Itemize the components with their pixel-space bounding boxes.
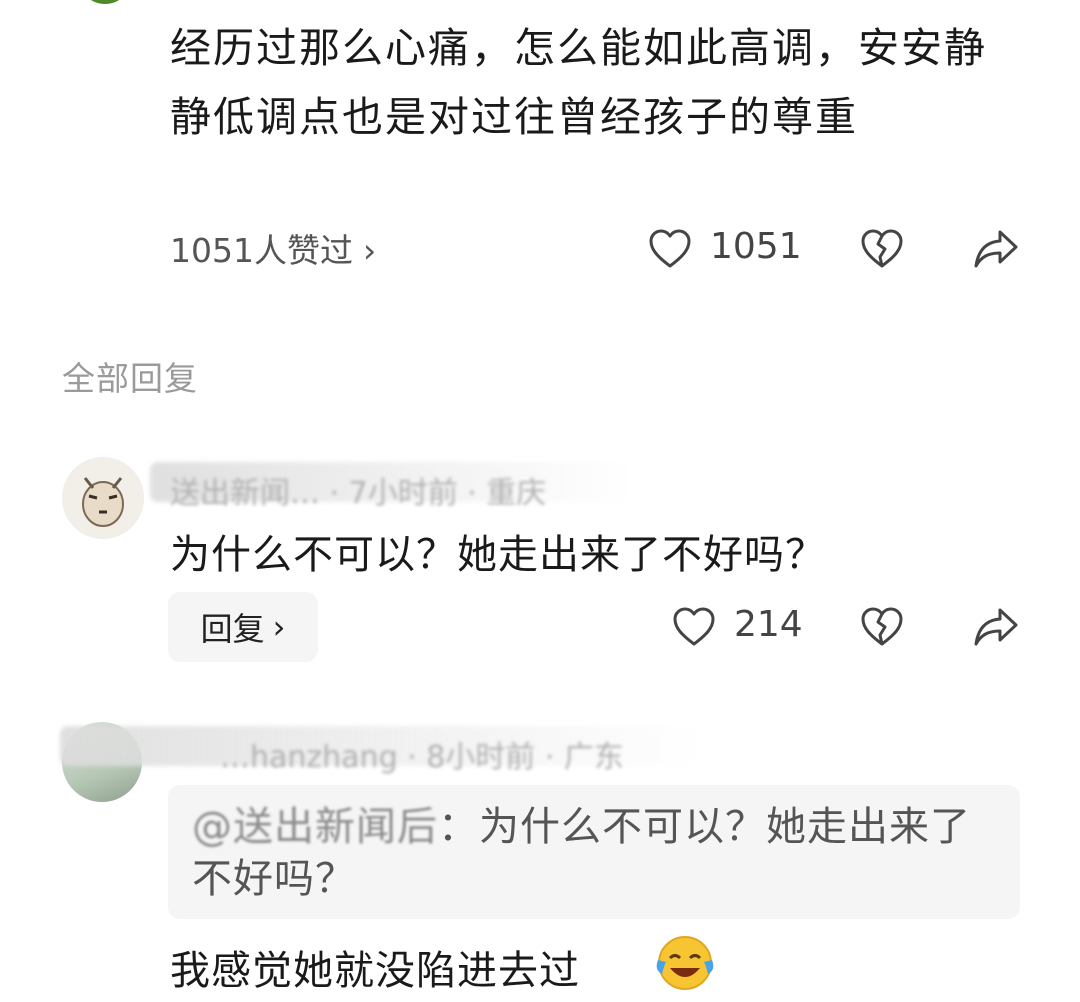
reply-like-count: 214 (734, 604, 803, 645)
laughing-crying-emoji-icon (656, 936, 714, 990)
post-text: 经历过那么心痛，怎么能如此高调，安安静静低调点也是对过往曾经孩子的尊重 (170, 24, 987, 141)
quoted-mention[interactable]: @送出新闻后 (192, 804, 438, 850)
reply-meta: …hanzhang · 8小时前 · 广东 (220, 740, 624, 775)
likes-summary-link[interactable]: 1051人赞过 › (170, 224, 376, 272)
post-like-count: 1051 (710, 226, 802, 267)
reply-meta: 送出新闻… · 7小时前 · 重庆 (170, 476, 547, 511)
reply-text: 为什么不可以？她走出来了不好吗？ (170, 532, 826, 578)
reply-text: 我感觉她就没陷进去过 (170, 948, 580, 994)
tiger-avatar-icon (82, 477, 124, 527)
quoted-reply: @送出新闻后：为什么不可以？她走出来了不好吗？ (168, 785, 1020, 919)
reply-button-label: 回复 (200, 610, 265, 648)
chevron-right-icon: › (362, 231, 377, 270)
heart-icon[interactable] (672, 606, 716, 648)
section-title: 全部回复 (62, 359, 198, 398)
broken-heart-icon[interactable] (860, 228, 904, 270)
reply-avatar[interactable] (62, 457, 144, 539)
reply-button[interactable]: 回复 › (168, 592, 318, 662)
share-icon[interactable] (972, 228, 1020, 270)
heart-icon[interactable] (648, 228, 692, 270)
broken-heart-icon[interactable] (860, 606, 904, 648)
likes-summary-label: 1051人赞过 (170, 231, 353, 270)
chevron-right-icon: › (272, 608, 286, 646)
share-icon[interactable] (972, 606, 1020, 648)
